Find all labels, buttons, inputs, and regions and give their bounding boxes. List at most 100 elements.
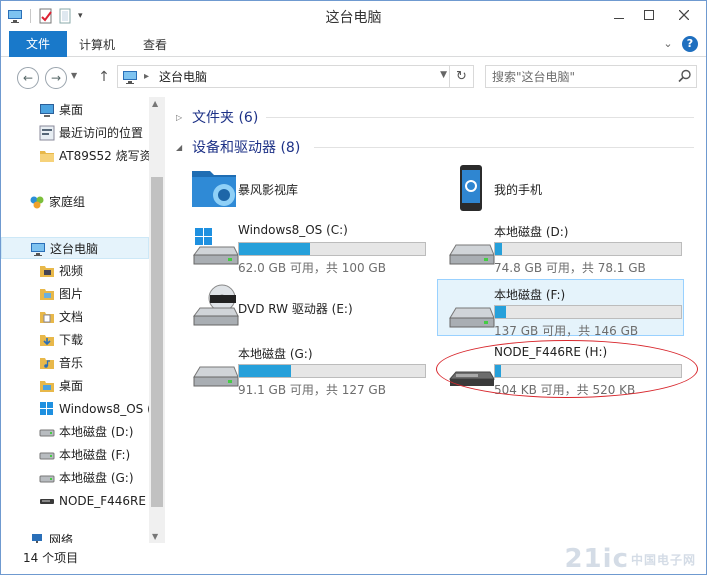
capacity-bar	[494, 242, 682, 256]
navigation-pane-scrollbar[interactable]: ▲ ▼	[149, 97, 165, 543]
sidebar-item-network[interactable]: 网络	[1, 529, 149, 543]
address-dropdown-icon[interactable]: ▼	[440, 70, 447, 80]
sidebar-item-downloads[interactable]: 下载	[1, 329, 149, 351]
capacity-bar	[494, 364, 682, 378]
sidebar-item-desktop[interactable]: 桌面	[1, 99, 149, 121]
sidebar-item-label: NODE_F446RE (	[59, 494, 149, 508]
help-icon[interactable]: ?	[682, 36, 698, 52]
breadcrumb-separator-icon[interactable]: ▸	[144, 68, 149, 86]
new-folder-icon[interactable]	[58, 8, 74, 24]
tile-dvd-drive[interactable]: DVD RW 驱动器 (E:)	[182, 278, 429, 335]
sidebar-item-homegroup[interactable]: 家庭组	[1, 191, 149, 213]
sidebar-item-documents[interactable]: 文档	[1, 306, 149, 328]
properties-icon[interactable]	[38, 8, 54, 24]
group-header-devices[interactable]: ◢ 设备和驱动器 (8)	[176, 137, 300, 157]
group-title: 设备和驱动器 (8)	[192, 140, 301, 156]
capacity-bar-fill	[495, 243, 503, 255]
watermark-subtext: 中国电子网	[630, 553, 696, 567]
tile-size: 91.1 GB 可用，共 127 GB	[238, 383, 386, 397]
search-input[interactable]	[486, 66, 666, 87]
search-icon[interactable]	[678, 69, 692, 83]
music-folder-icon	[39, 355, 55, 371]
customize-toolbar-icon[interactable]: ▾	[78, 8, 88, 24]
tile-drive-f[interactable]: 本地磁盘 (F:) 137 GB 可用，共 146 GB	[437, 279, 684, 338]
tile-drive-g[interactable]: 本地磁盘 (G:) 91.1 GB 可用，共 127 GB	[182, 339, 429, 397]
group-header-folders[interactable]: ▷ 文件夹 (6)	[176, 107, 258, 127]
sidebar-item-label: 本地磁盘 (G:)	[59, 471, 134, 485]
sidebar-item-drive-g[interactable]: 本地磁盘 (G:)	[1, 467, 149, 489]
tile-drive-d[interactable]: 本地磁盘 (D:) 74.8 GB 可用，共 78.1 GB	[438, 217, 685, 275]
tile-drive-h[interactable]: NODE_F446RE (H:) 504 KB 可用，共 520 KB	[438, 339, 685, 397]
sidebar-item-label: 图片	[59, 287, 84, 301]
scroll-down-icon[interactable]: ▼	[152, 532, 158, 541]
tile-drive-c[interactable]: Windows8_OS (C:) 62.0 GB 可用，共 100 GB	[182, 217, 429, 275]
forward-button[interactable]: →	[45, 67, 67, 89]
sidebar-item-drive-c[interactable]: Windows8_OS (	[1, 398, 149, 420]
videos-folder-icon	[39, 263, 55, 279]
sidebar-item-desktop-folder[interactable]: 桌面	[1, 375, 149, 397]
navigation-bar: ← → ▼ ↑ ▸ 这台电脑 ▼ ↻	[1, 58, 706, 96]
sidebar-item-recent[interactable]: 最近访问的位置	[1, 122, 149, 144]
close-button[interactable]	[664, 1, 704, 29]
expand-arrow-icon[interactable]: ▷	[176, 113, 186, 122]
capacity-bar	[238, 364, 426, 378]
sidebar-item-label: 本地磁盘 (F:)	[59, 448, 131, 462]
capacity-bar-fill	[495, 365, 501, 377]
media-library-icon	[190, 165, 240, 211]
minimize-button[interactable]	[604, 1, 634, 29]
tile-name: 本地磁盘 (F:)	[494, 288, 566, 302]
title-bar: ▾ 这台电脑	[1, 1, 706, 31]
collapse-arrow-icon[interactable]: ◢	[176, 143, 186, 152]
group-divider	[266, 117, 694, 118]
refresh-button[interactable]: ↻	[449, 66, 473, 87]
content-pane: ▷ 文件夹 (6) ◢ 设备和驱动器 (8) 暴风影视库 我的手机 Window…	[166, 97, 706, 543]
sidebar-item-label: 网络	[49, 533, 74, 543]
breadcrumb[interactable]: 这台电脑	[159, 69, 207, 85]
sidebar-item-music[interactable]: 音乐	[1, 352, 149, 374]
sidebar-item-drive-d[interactable]: 本地磁盘 (D:)	[1, 421, 149, 443]
sidebar-item-label: Windows8_OS (	[59, 402, 149, 416]
computer-icon[interactable]	[7, 8, 23, 24]
up-button[interactable]: ↑	[97, 67, 111, 87]
capacity-bar	[494, 305, 682, 319]
sidebar-item-pictures[interactable]: 图片	[1, 283, 149, 305]
tile-my-phone[interactable]: 我的手机	[438, 159, 685, 216]
sidebar-item-videos[interactable]: 视频	[1, 260, 149, 282]
tile-media-library[interactable]: 暴风影视库	[182, 159, 429, 216]
drive-icon	[190, 345, 240, 391]
windows-drive-icon	[39, 401, 55, 417]
ribbon-tabs: 文件 计算机 查看 ⌄ ?	[1, 31, 706, 57]
drive-icon	[446, 286, 496, 332]
item-count: 14 个项目	[23, 551, 79, 565]
sidebar-item-label: 桌面	[59, 379, 84, 393]
sidebar-item-drive-f[interactable]: 本地磁盘 (F:)	[1, 444, 149, 466]
tile-name: Windows8_OS (C:)	[238, 223, 348, 237]
sidebar-item-label: 视频	[59, 264, 84, 278]
downloads-folder-icon	[39, 332, 55, 348]
tab-view[interactable]: 查看	[129, 33, 181, 57]
group-divider	[314, 147, 694, 148]
scrollbar-thumb[interactable]	[151, 177, 163, 507]
tile-size: 137 GB 可用，共 146 GB	[494, 324, 639, 338]
homegroup-icon	[29, 194, 45, 210]
navigation-pane: 桌面 最近访问的位置 AT89S52 烧写资 家庭组 这台电脑 视频 图片 文档…	[1, 97, 163, 543]
expand-ribbon-icon[interactable]: ⌄	[660, 36, 676, 52]
desktop-icon	[39, 102, 55, 118]
maximize-button[interactable]	[634, 1, 664, 29]
sidebar-item-label: 桌面	[59, 103, 84, 117]
recent-locations-dropdown-icon[interactable]: ▼	[71, 71, 81, 80]
scroll-up-icon[interactable]: ▲	[152, 99, 158, 108]
removable-drive-icon	[446, 345, 496, 391]
tab-computer[interactable]: 计算机	[65, 33, 129, 57]
tab-file[interactable]: 文件	[9, 31, 67, 57]
sidebar-item-drive-h[interactable]: NODE_F446RE (	[1, 490, 149, 512]
sidebar-item-at89s52[interactable]: AT89S52 烧写资	[1, 145, 149, 167]
tile-name: NODE_F446RE (H:)	[494, 345, 608, 359]
removable-drive-icon	[39, 493, 55, 509]
sidebar-item-this-pc[interactable]: 这台电脑	[1, 237, 149, 259]
address-bar[interactable]: ▸ 这台电脑 ▼ ↻	[117, 65, 474, 88]
sidebar-item-label: 家庭组	[49, 195, 86, 209]
explorer-window: ▾ 这台电脑 文件 计算机 查看 ⌄ ? ← → ▼ ↑ ▸ 这台电脑 ▼ ↻ …	[0, 0, 707, 575]
back-button[interactable]: ←	[17, 67, 39, 89]
recent-places-icon	[39, 125, 55, 141]
